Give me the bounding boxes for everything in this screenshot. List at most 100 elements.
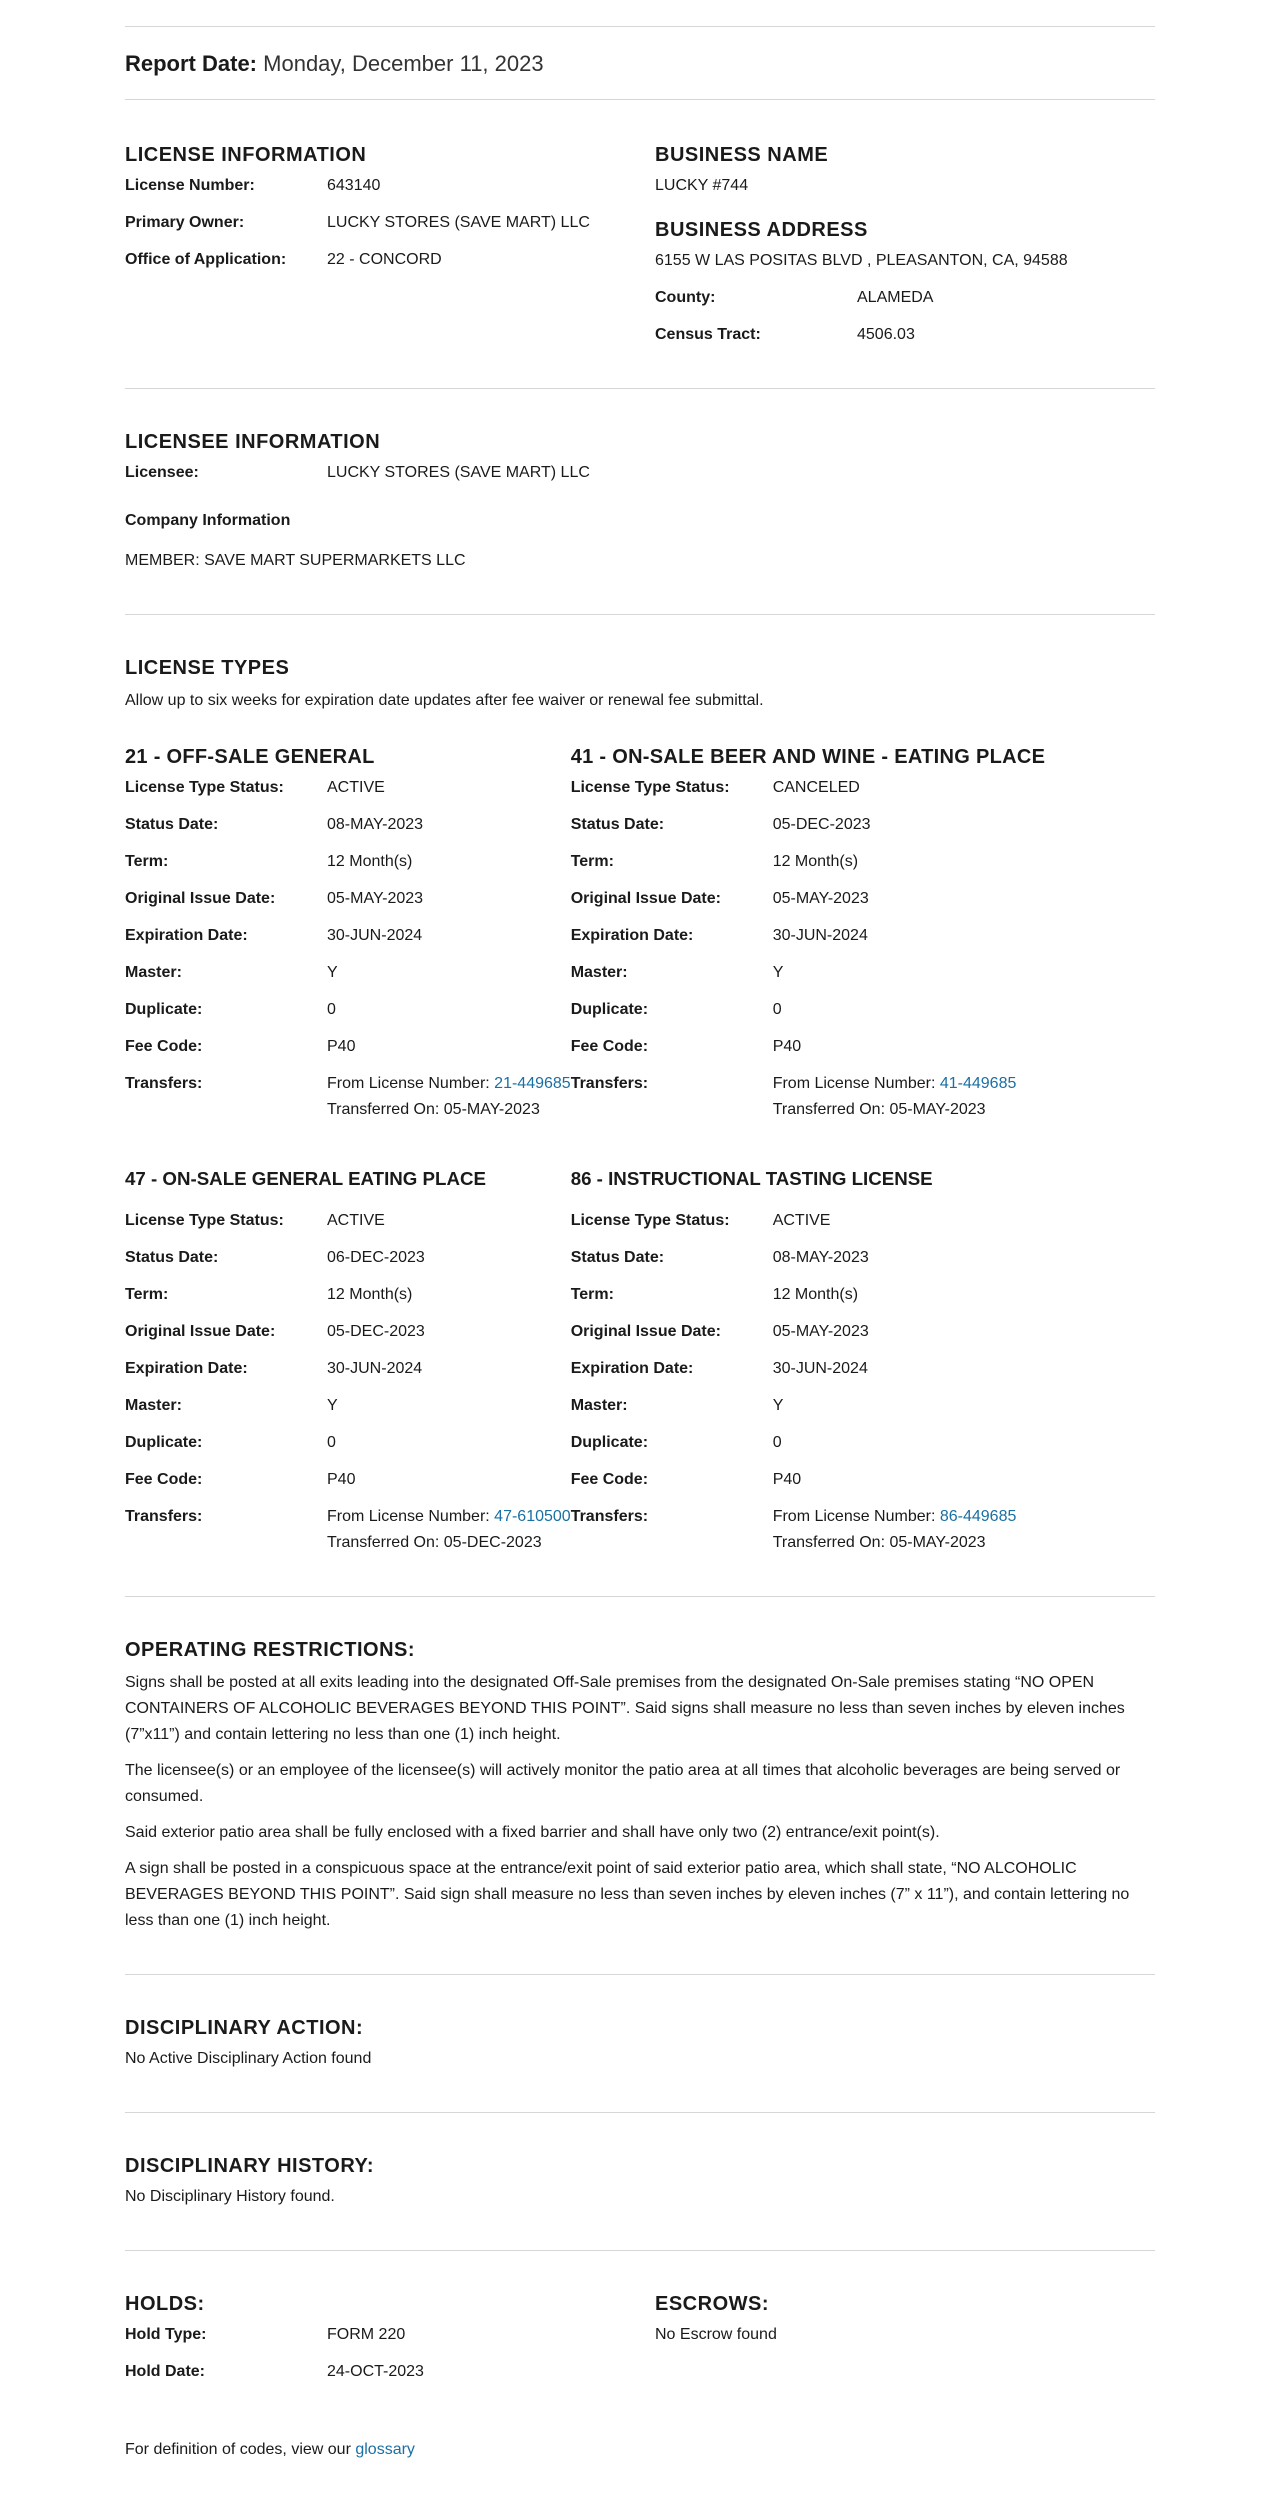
fee-code-row: Fee Code: P40 bbox=[571, 1467, 1017, 1493]
fee-code: P40 bbox=[327, 1471, 356, 1489]
field-label: Duplicate: bbox=[570, 1001, 649, 1018]
transfers-row: Transfers: From License Number: 86-449685… bbox=[571, 1504, 1017, 1556]
original-issue-date-row: Original Issue Date: 05-DEC-2023 bbox=[125, 1319, 571, 1345]
license-business-section: LICENSE INFORMATION License Number: 6431… bbox=[125, 100, 1155, 388]
hold-type: FORM 220 bbox=[327, 2326, 406, 2344]
report-date: Report Date: Monday, December 11, 2023 bbox=[125, 27, 1155, 99]
escrows: ESCROWS: No Escrow found bbox=[655, 2293, 1155, 2385]
transferred-on-date: 05-MAY-2023 bbox=[889, 1534, 986, 1552]
duplicate-row: Duplicate: 0 bbox=[125, 1430, 571, 1456]
license-type-title: 21 - OFF-SALE GENERAL bbox=[125, 746, 375, 768]
primary-owner-row: Primary Owner: LUCKY STORES (SAVE MART) … bbox=[125, 210, 655, 236]
field-label: Fee Code: bbox=[570, 1038, 649, 1055]
licensee-section: LICENSEE INFORMATION Licensee: LUCKY STO… bbox=[125, 389, 1155, 614]
glossary-link[interactable]: glossary bbox=[355, 2441, 415, 2458]
expiration-date-row: Expiration Date: 30-JUN-2024 bbox=[571, 1356, 1017, 1382]
transferred-on: Transferred On: 05-MAY-2023 bbox=[327, 1097, 571, 1123]
term: 12 Month(s) bbox=[772, 853, 859, 870]
transferred-on-label: Transferred On: bbox=[327, 1534, 444, 1552]
licensee-row: Licensee: LUCKY STORES (SAVE MART) LLC bbox=[125, 460, 1155, 486]
license-number-row: License Number: 643140 bbox=[125, 173, 655, 199]
report-date-label: Report Date: bbox=[125, 51, 258, 76]
transferred-on: Transferred On: 05-MAY-2023 bbox=[773, 1530, 1017, 1556]
field-label: Status Date: bbox=[125, 816, 219, 833]
field-label: Master: bbox=[125, 1397, 182, 1415]
duplicate: 0 bbox=[327, 1434, 336, 1452]
fee-code-row: Fee Code: P40 bbox=[125, 1034, 571, 1060]
term-row: Term: 12 Month(s) bbox=[125, 1282, 571, 1308]
transfer-from-label: From License Number: bbox=[772, 1508, 940, 1526]
escrows-title: ESCROWS: bbox=[655, 2293, 769, 2316]
hold-date-row: Hold Date: 24-OCT-2023 bbox=[125, 2359, 655, 2385]
term-row: Term: 12 Month(s) bbox=[571, 1282, 1017, 1308]
term: 12 Month(s) bbox=[327, 1286, 413, 1304]
transfers: From License Number: 41-449685 Transferre… bbox=[773, 1071, 1046, 1123]
license-type-status-row: License Type Status: CANCELED bbox=[571, 775, 1046, 801]
field-label: Transfers: bbox=[570, 1075, 649, 1092]
office-of-application-row: Office of Application: 22 - CONCORD bbox=[125, 247, 655, 273]
fee-code-row: Fee Code: P40 bbox=[571, 1034, 1046, 1060]
expiration-date: 30-JUN-2024 bbox=[327, 927, 423, 944]
master-row: Master: Y bbox=[125, 960, 571, 986]
operating-restrictions-section: OPERATING RESTRICTIONS: Signs shall be p… bbox=[125, 1597, 1155, 1974]
field-label: License Number: bbox=[125, 177, 255, 194]
field-label: Fee Code: bbox=[570, 1471, 649, 1489]
field-label: Transfers: bbox=[125, 1075, 203, 1092]
field-label: Expiration Date: bbox=[125, 1360, 248, 1378]
business-name: LUCKY #744 bbox=[655, 177, 749, 194]
license-type-block: 21 - OFF-SALE GENERAL License Type Status… bbox=[125, 746, 571, 1123]
hold-date: 24-OCT-2023 bbox=[327, 2363, 424, 2381]
from-license-link[interactable]: 41-449685 bbox=[940, 1075, 1017, 1092]
field-label: Term: bbox=[125, 853, 169, 870]
license-type-status: ACTIVE bbox=[327, 1212, 385, 1230]
license-type-status-row: License Type Status: ACTIVE bbox=[571, 1208, 1017, 1234]
holds-title: HOLDS: bbox=[125, 2293, 205, 2316]
original-issue-date: 05-MAY-2023 bbox=[772, 1323, 869, 1341]
status-date: 05-DEC-2023 bbox=[772, 816, 871, 833]
field-label: Primary Owner: bbox=[125, 214, 245, 231]
transfer-from: From License Number: 86-449685 bbox=[773, 1504, 1017, 1530]
field-label: Hold Type: bbox=[125, 2326, 207, 2344]
from-license-link[interactable]: 21-449685 bbox=[494, 1075, 571, 1092]
licensee-information-title: LICENSEE INFORMATION bbox=[125, 431, 381, 453]
from-license-link[interactable]: 86-449685 bbox=[940, 1508, 1017, 1525]
transfer-from: From License Number: 21-449685 bbox=[327, 1071, 571, 1097]
transferred-on-label: Transferred On: bbox=[772, 1101, 890, 1118]
field-label: License Type Status: bbox=[125, 1212, 284, 1230]
license-type-status: ACTIVE bbox=[327, 779, 385, 796]
original-issue-date: 05-MAY-2023 bbox=[327, 890, 424, 907]
transfers-row: Transfers: From License Number: 21-449685… bbox=[125, 1071, 571, 1123]
field-label: Status Date: bbox=[570, 1249, 665, 1267]
transfer-from-label: From License Number: bbox=[327, 1508, 495, 1526]
original-issue-date: 05-MAY-2023 bbox=[772, 890, 869, 907]
transfer-from: From License Number: 41-449685 bbox=[773, 1071, 1046, 1097]
report-date-value: Monday, December 11, 2023 bbox=[263, 51, 544, 76]
field-label: Census Tract: bbox=[655, 326, 761, 343]
holds: HOLDS: Hold Type: FORM 220 Hold Date: 24… bbox=[125, 2293, 655, 2385]
term: 12 Month(s) bbox=[772, 1286, 859, 1304]
status-date-row: Status Date: 08-MAY-2023 bbox=[571, 1245, 1017, 1271]
business-address-title: BUSINESS ADDRESS bbox=[655, 219, 868, 241]
license-types-section: LICENSE TYPES Allow up to six weeks for … bbox=[125, 615, 1155, 1596]
master: Y bbox=[772, 964, 784, 981]
field-label: Original Issue Date: bbox=[570, 890, 721, 907]
field-label: Term: bbox=[570, 853, 614, 870]
census-tract-row: Census Tract: 4506.03 bbox=[655, 322, 1155, 348]
fee-code: P40 bbox=[327, 1038, 356, 1055]
master: Y bbox=[327, 964, 338, 981]
expiration-date: 30-JUN-2024 bbox=[327, 1360, 423, 1378]
disciplinary-action-section: DISCIPLINARY ACTION: No Active Disciplin… bbox=[125, 1975, 1155, 2112]
primary-owner: LUCKY STORES (SAVE MART) LLC bbox=[327, 214, 590, 231]
restriction-paragraph: Signs shall be posted at all exits leadi… bbox=[125, 1674, 1125, 1744]
from-license-link[interactable]: 47-610500 bbox=[494, 1508, 571, 1525]
expiration-date-row: Expiration Date: 30-JUN-2024 bbox=[571, 923, 1046, 949]
county: ALAMEDA bbox=[857, 289, 934, 306]
transferred-on: Transferred On: 05-MAY-2023 bbox=[773, 1097, 1046, 1123]
fee-code: P40 bbox=[772, 1471, 802, 1489]
license-types-row: 47 - ON-SALE GENERAL EATING PLACE License… bbox=[125, 1149, 1155, 1556]
duplicate: 0 bbox=[772, 1434, 782, 1452]
term: 12 Month(s) bbox=[327, 853, 413, 870]
transferred-on: Transferred On: 05-DEC-2023 bbox=[327, 1530, 571, 1556]
duplicate: 0 bbox=[772, 1001, 782, 1018]
status-date: 08-MAY-2023 bbox=[327, 816, 424, 833]
